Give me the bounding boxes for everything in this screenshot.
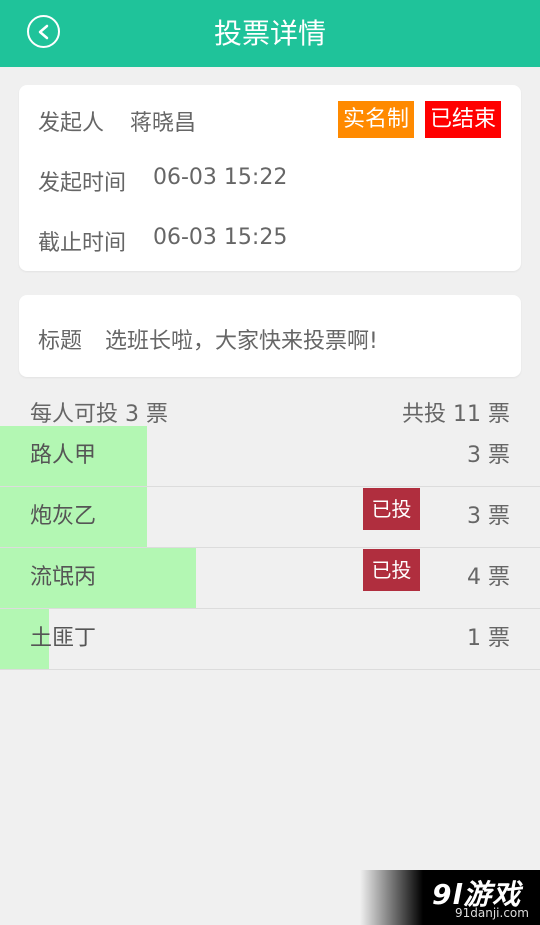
voted-badge: 已投 — [363, 488, 420, 530]
vote-option-row[interactable]: 土匪丁 1 票 — [0, 609, 540, 670]
votes-per-person: 每人可投 3 票 — [30, 402, 168, 427]
status-badge: 已结束 — [425, 101, 502, 138]
vote-option-row[interactable]: 炮灰乙 已投 3 票 — [0, 487, 540, 548]
end-time-label: 截止时间 — [38, 231, 127, 256]
initiator-label: 发起人 — [38, 111, 105, 136]
option-vote-count: 4 票 — [467, 565, 510, 590]
vote-option-row[interactable]: 流氓丙 已投 4 票 — [0, 548, 540, 609]
option-name: 土匪丁 — [30, 626, 97, 651]
option-name: 流氓丙 — [30, 565, 97, 590]
subject-value: 选班长啦，大家快来投票啊! — [105, 329, 378, 354]
real-name-badge: 实名制 — [338, 101, 415, 138]
app-header: 投票详情 — [0, 0, 540, 67]
option-name: 路人甲 — [30, 443, 97, 468]
option-name: 炮灰乙 — [30, 504, 97, 529]
initiator-name: 蒋晓昌 — [130, 111, 197, 136]
option-vote-count: 3 票 — [467, 443, 510, 468]
vote-subject-card: 标题 选班长啦，大家快来投票啊! — [19, 295, 521, 377]
vote-info-card: 发起人 蒋晓昌 实名制 已结束 发起时间 06-03 15:22 截止时间 06… — [19, 85, 521, 271]
option-vote-count: 1 票 — [467, 626, 510, 651]
page-title: 投票详情 — [213, 17, 326, 50]
subject-label: 标题 — [38, 329, 83, 354]
option-vote-count: 3 票 — [467, 504, 510, 529]
end-time-value: 06-03 15:25 — [153, 225, 288, 250]
start-time-value: 06-03 15:22 — [153, 165, 288, 190]
total-votes: 共投 11 票 — [402, 402, 510, 427]
vote-option-row[interactable]: 路人甲 3 票 — [0, 426, 540, 487]
start-time-label: 发起时间 — [38, 171, 127, 196]
voted-badge: 已投 — [363, 549, 420, 591]
watermark-url: 91danji.com — [455, 906, 529, 920]
